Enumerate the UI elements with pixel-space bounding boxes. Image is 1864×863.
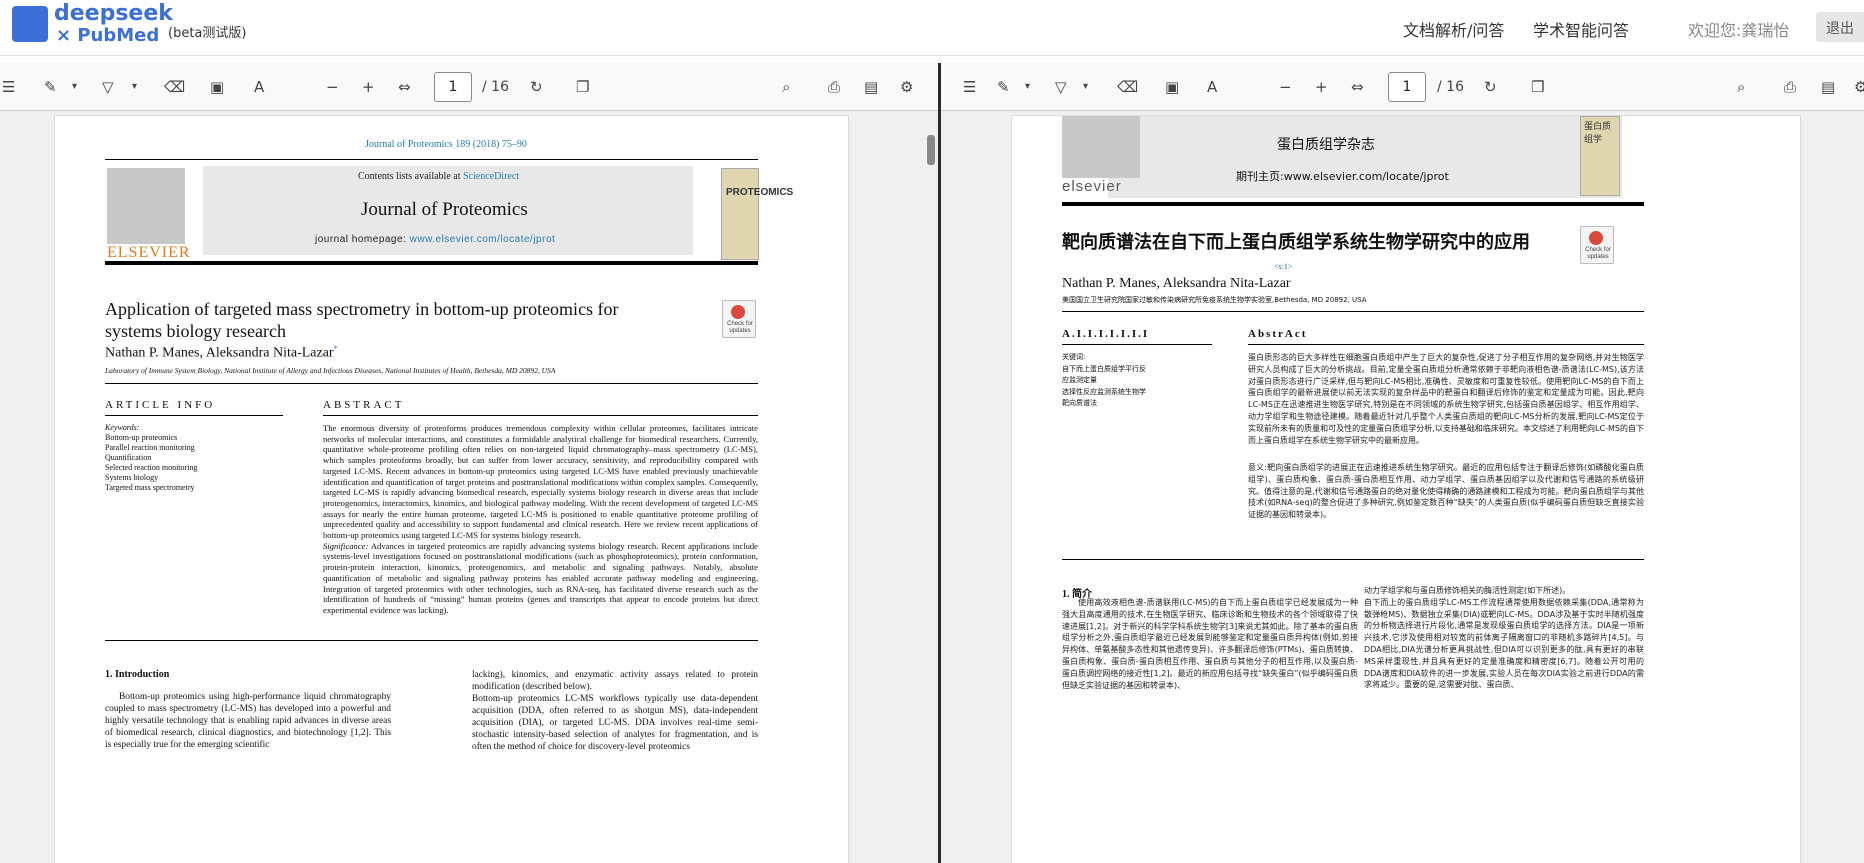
nav-doc-qa[interactable]: 文档解析/问答 (1403, 17, 1504, 41)
journal-name: 蛋白质组学杂志 (1277, 137, 1375, 153)
text-style-icon[interactable]: A (1207, 79, 1217, 95)
nav-academic-qa[interactable]: 学术智能问答 (1533, 17, 1629, 41)
settings-icon[interactable]: ⚙ (900, 79, 913, 95)
sciencedirect-link[interactable]: ScienceDirect (463, 171, 519, 182)
keywords: Keywords: Bottom-up proteomics Parallel r… (105, 423, 198, 492)
elsevier-tree-logo (107, 168, 185, 244)
viewer-toolbar: ☰ ✎ ▾ ▽ ▾ ⌫ ▣ A − + ⇔ 1 / 16 ↻ ❐ ⌕ ⎙ ▤ ⚙ (0, 63, 938, 111)
page-layout-icon[interactable]: ❐ (576, 79, 589, 95)
fit-width-icon[interactable]: ⇔ (398, 79, 411, 95)
page-count: / 16 (482, 79, 509, 95)
viewer-toolbar: ☰ ✎ ▾ ▽ ▾ ⌫ ▣ A − + ⇔ 1 / 16 ↻ ❐ ⌕ ⎙ ▤ ⚙ (941, 63, 1864, 111)
page-layout-icon[interactable]: ❐ (1531, 79, 1544, 95)
save-icon[interactable]: ▤ (1821, 79, 1835, 95)
sidebar-toggle-icon[interactable]: ☰ (963, 79, 976, 95)
intro-column-1: Bottom-up proteomics using high-performa… (105, 692, 391, 750)
chevron-down-icon[interactable]: ▾ (72, 79, 77, 95)
rotate-icon[interactable]: ↻ (1484, 79, 1497, 95)
chevron-down-icon[interactable]: ▾ (1083, 79, 1088, 95)
article-title: 靶向质谱法在自下而上蛋白质组学系统生物学研究中的应用 (1062, 232, 1530, 253)
introduction-heading: 1. Introduction (105, 669, 170, 680)
journal-name: Journal of Proteomics (361, 199, 528, 220)
zoom-in-icon[interactable]: + (362, 79, 375, 95)
authors: Nathan P. Manes, Aleksandra Nita-Lazar (1062, 276, 1291, 291)
page-count: / 16 (1437, 79, 1464, 95)
check-updates-badge[interactable]: Check for updates (1580, 226, 1614, 264)
highlight-icon[interactable]: ✎ (44, 79, 57, 95)
authors: Nathan P. Manes, Aleksandra Nita-Lazar* (105, 344, 338, 361)
logo-text[interactable]: deepseek × PubMed (54, 3, 173, 47)
page-number-input[interactable]: 1 (434, 72, 472, 102)
keywords: 关键词: 自下而上蛋白质组学平行反 应监测定量 选择性反应监测系统生物学 靶向质谱法 (1062, 353, 1146, 407)
eraser-icon[interactable]: ⌫ (164, 79, 185, 95)
homepage-link[interactable]: www.elsevier.com/locate/jprot (410, 234, 556, 245)
affiliation: Laboratory of Immune System Biology, Nat… (105, 366, 556, 375)
chevron-down-icon[interactable]: ▾ (1025, 79, 1030, 95)
pdf-viewer-translated: ☰ ✎ ▾ ▽ ▾ ⌫ ▣ A − + ⇔ 1 / 16 ↻ ❐ ⌕ ⎙ ▤ ⚙… (941, 63, 1864, 863)
intro-column-1: 使用高效液相色谱-质谱联用(LC-MS)的自下而上蛋白质组学已经发展成为一种强大… (1062, 598, 1358, 690)
search-icon[interactable]: ⌕ (782, 79, 790, 95)
journal-header-box (1108, 116, 1622, 198)
contents-line: Contents lists available at ScienceDirec… (358, 171, 520, 182)
abstract-heading: ABSTRACT (323, 399, 405, 411)
fit-width-icon[interactable]: ⇔ (1351, 79, 1364, 95)
affiliation: 美国国立卫生研究院国家过敏和传染病研究所免疫系统生物学实验室,Bethesda,… (1062, 296, 1367, 304)
sidebar-toggle-icon[interactable]: ☰ (2, 79, 15, 95)
beta-label: (beta测试版) (168, 26, 247, 41)
page-number-input[interactable]: 1 (1388, 72, 1426, 102)
article-info-heading: A.I.I.I.I.I.I.I (1062, 328, 1150, 340)
journal-reference: Journal of Proteomics 189 (2018) 75–90 (365, 139, 527, 150)
zoom-in-icon[interactable]: + (1315, 79, 1328, 95)
pdf-viewer-original: ☰ ✎ ▾ ▽ ▾ ⌫ ▣ A − + ⇔ 1 / 16 ↻ ❐ ⌕ ⎙ ▤ ⚙… (0, 63, 938, 863)
settings-icon[interactable]: ⚙ (1854, 79, 1864, 95)
text-box-icon[interactable]: ▣ (1165, 79, 1179, 95)
draw-icon[interactable]: ▽ (1055, 79, 1067, 95)
significance-text: 意义:靶向蛋白质组学的进展正在迅速推进系统生物学研究。最近的应用包括专注于翻译后… (1248, 463, 1644, 520)
homepage-line: journal homepage: www.elsevier.com/locat… (315, 234, 556, 245)
print-icon[interactable]: ⎙ (1784, 79, 1796, 95)
logo-line-1: deepseek (54, 1, 173, 26)
superscript-note: <s:1> (1274, 262, 1293, 271)
elsevier-tree-logo (1062, 116, 1140, 178)
check-updates-badge[interactable]: Check for updates (722, 300, 756, 338)
elsevier-logo: elsevier (1062, 178, 1122, 195)
zoom-out-icon[interactable]: − (1279, 79, 1292, 95)
search-icon[interactable]: ⌕ (1737, 79, 1745, 95)
intro-column-2: 动力学组学和与蛋白质修饰相关的酶活性测定(如下所述)。 自下而上的蛋白质组学LC… (1364, 586, 1644, 690)
text-style-icon[interactable]: A (254, 79, 264, 95)
chevron-down-icon[interactable]: ▾ (132, 79, 137, 95)
intro-column-2: lacking), kinomics, and enzymatic activi… (472, 670, 758, 752)
elsevier-logo: ELSEVIER (107, 244, 191, 261)
bookmark-icon (1589, 231, 1603, 245)
article-info-heading: ARTICLE INFO (105, 399, 216, 411)
rotate-icon[interactable]: ↻ (530, 79, 543, 95)
pdf-page: Journal of Proteomics 189 (2018) 75–90 E… (54, 115, 849, 863)
abstract-heading: AbstrAct (1248, 328, 1308, 340)
abstract-text: The enormous diversity of proteoforms pr… (323, 423, 758, 615)
highlight-icon[interactable]: ✎ (997, 79, 1010, 95)
eraser-icon[interactable]: ⌫ (1117, 79, 1138, 95)
scrollbar-thumb[interactable] (927, 135, 935, 165)
pdf-page: elsevier 蛋白质组学杂志 期刊主页:www.elsevier.com/l… (1011, 115, 1801, 863)
draw-icon[interactable]: ▽ (102, 79, 114, 95)
logo-line-2: × PubMed (56, 25, 160, 46)
journal-cover-image: PROTEOMICS (721, 168, 793, 260)
scrollbar[interactable] (924, 115, 938, 863)
print-icon[interactable]: ⎙ (828, 79, 840, 95)
logo-icon[interactable] (12, 6, 48, 42)
logout-button[interactable]: 退出 (1816, 12, 1864, 42)
bookmark-icon (731, 305, 745, 319)
top-navbar: deepseek × PubMed (beta测试版) 文档解析/问答 学术智能问… (0, 0, 1864, 56)
journal-cover-image: 蛋白质组学 (1580, 116, 1620, 196)
save-icon[interactable]: ▤ (864, 79, 878, 95)
article-title: Application of targeted mass spectrometr… (105, 299, 619, 341)
text-box-icon[interactable]: ▣ (210, 79, 224, 95)
zoom-out-icon[interactable]: − (326, 79, 339, 95)
welcome-text: 欢迎您:龚瑞怡 (1688, 21, 1790, 40)
homepage-line: 期刊主页:www.elsevier.com/locate/jprot (1236, 170, 1449, 183)
abstract-text: 蛋白质形态的巨大多样性在细胞蛋白质组中产生了巨大的复杂性,促进了分子相互作用的复… (1248, 353, 1644, 445)
